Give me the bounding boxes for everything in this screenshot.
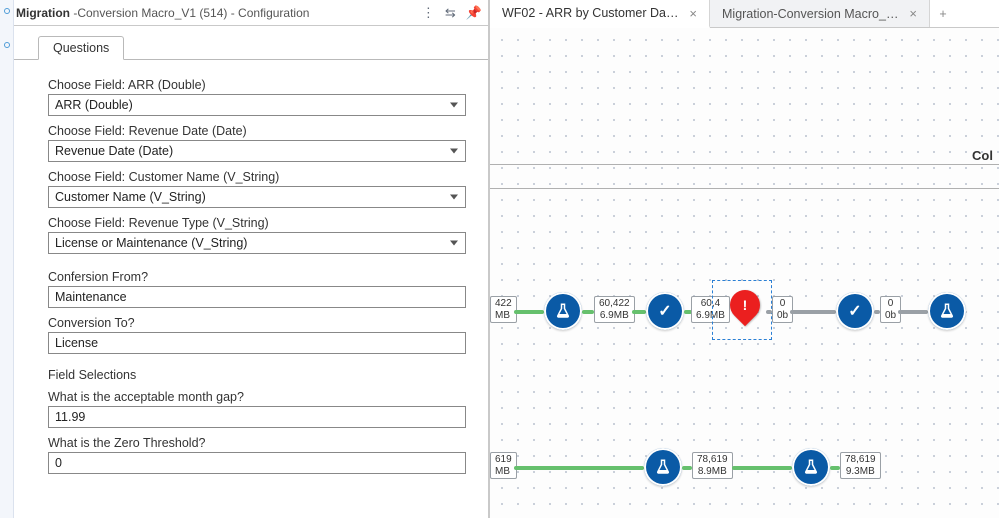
stat-rows: 78,619	[845, 454, 876, 466]
label-field-selections: Field Selections	[48, 368, 466, 382]
stat-size: 9.3MB	[845, 466, 876, 478]
label-custname: Choose Field: Customer Name (V_String)	[48, 170, 466, 184]
stat-size: 8.9MB	[697, 466, 728, 478]
stat-size: 6.9MB	[696, 310, 725, 322]
panel-gutter	[0, 0, 14, 518]
connector	[632, 310, 646, 314]
tool-formula[interactable]	[792, 448, 830, 486]
connector	[682, 466, 692, 470]
connector	[514, 466, 644, 470]
stat-rows: 422	[495, 298, 512, 310]
beaker-icon	[654, 458, 672, 476]
inflow-stats: 422 MB	[490, 296, 517, 323]
panel-title: Migration -Conversion Macro_V1 (514) - C…	[16, 6, 422, 20]
doc-tab-label: WF02 - ARR by Customer Data Cleaning ...	[502, 6, 681, 20]
pin-icon[interactable]: 📌	[466, 5, 482, 21]
panel-header: Migration -Conversion Macro_V1 (514) - C…	[14, 0, 488, 26]
tool-formula[interactable]	[644, 448, 682, 486]
label-gap: What is the acceptable month gap?	[48, 390, 466, 404]
select-custname[interactable]: Customer Name (V_String)	[48, 186, 466, 208]
input-gap[interactable]	[48, 406, 466, 428]
direction-icon[interactable]: ⇆	[445, 5, 456, 21]
stat-size: 0b	[885, 310, 896, 322]
stat-size: 6.9MB	[599, 310, 630, 322]
input-from[interactable]	[48, 286, 466, 308]
beaker-icon	[802, 458, 820, 476]
doc-tab-macro[interactable]: Migration-Conversion Macro_V1.yxmc ×	[710, 0, 930, 27]
label-revdate: Choose Field: Revenue Date (Date)	[48, 124, 466, 138]
tab-questions[interactable]: Questions	[38, 36, 124, 60]
input-to[interactable]	[48, 332, 466, 354]
stat-rows: 0	[885, 298, 896, 310]
stat-rows: 78,619	[697, 454, 728, 466]
config-tabstrip: Questions	[38, 32, 488, 60]
connector	[790, 310, 836, 314]
gutter-marker	[4, 42, 10, 48]
beaker-icon	[554, 302, 572, 320]
close-icon[interactable]: ×	[909, 6, 917, 21]
close-icon[interactable]: ×	[689, 6, 697, 21]
container-divider	[490, 188, 999, 189]
stat-rows: 60,4	[696, 298, 725, 310]
beaker-icon	[938, 302, 956, 320]
connector	[898, 310, 928, 314]
questions-form: Choose Field: ARR (Double) ARR (Double) …	[14, 60, 488, 518]
connector	[732, 466, 792, 470]
workspace: WF02 - ARR by Customer Data Cleaning ...…	[490, 0, 999, 518]
input-zero[interactable]	[48, 452, 466, 474]
gutter-marker	[4, 8, 10, 14]
label-zero: What is the Zero Threshold?	[48, 436, 466, 450]
select-arr[interactable]: ARR (Double)	[48, 94, 466, 116]
stat-rows: 60,422	[599, 298, 630, 310]
label-revtype: Choose Field: Revenue Type (V_String)	[48, 216, 466, 230]
tool-formula[interactable]	[544, 292, 582, 330]
workflow-canvas[interactable]: Col 422 MB 60,422 6.9MB 60,4 6.9MB	[490, 28, 999, 518]
config-panel: Migration -Conversion Macro_V1 (514) - C…	[0, 0, 490, 518]
stat-rows: 0	[777, 298, 788, 310]
document-tabstrip: WF02 - ARR by Customer Data Cleaning ...…	[490, 0, 999, 28]
anchor-stats: 60,4 6.9MB	[691, 296, 730, 323]
anchor-stats: 78,619 8.9MB	[692, 452, 733, 479]
connector	[514, 310, 544, 314]
error-indicator-icon[interactable]	[724, 284, 766, 326]
label-to: Conversion To?	[48, 316, 466, 330]
canvas-corner-label: Col	[972, 148, 993, 163]
stat-size: MB	[495, 310, 512, 322]
connector	[830, 466, 840, 470]
connector	[582, 310, 594, 314]
tool-select[interactable]	[646, 292, 684, 330]
panel-title-main: -Conversion Macro_V1 (514) - Configurati…	[73, 6, 309, 20]
anchor-stats: 78,619 9.3MB	[840, 452, 881, 479]
doc-tab-label: Migration-Conversion Macro_V1.yxmc	[722, 7, 901, 21]
tool-select[interactable]	[836, 292, 874, 330]
panel-title-prefix: Migration	[16, 6, 73, 20]
container-top-line	[490, 164, 999, 165]
tool-formula[interactable]	[928, 292, 966, 330]
inflow-stats: 619 MB	[490, 452, 517, 479]
kebab-icon[interactable]: ⋮	[422, 5, 435, 21]
stat-rows: 619	[495, 454, 512, 466]
anchor-stats: 60,422 6.9MB	[594, 296, 635, 323]
label-arr: Choose Field: ARR (Double)	[48, 78, 466, 92]
stat-size: MB	[495, 466, 512, 478]
new-tab-button[interactable]: +	[930, 0, 956, 27]
label-from: Confersion From?	[48, 270, 466, 284]
select-revtype[interactable]: License or Maintenance (V_String)	[48, 232, 466, 254]
doc-tab-wf02[interactable]: WF02 - ARR by Customer Data Cleaning ...…	[490, 0, 710, 28]
stat-size: 0b	[777, 310, 788, 322]
select-revdate[interactable]: Revenue Date (Date)	[48, 140, 466, 162]
